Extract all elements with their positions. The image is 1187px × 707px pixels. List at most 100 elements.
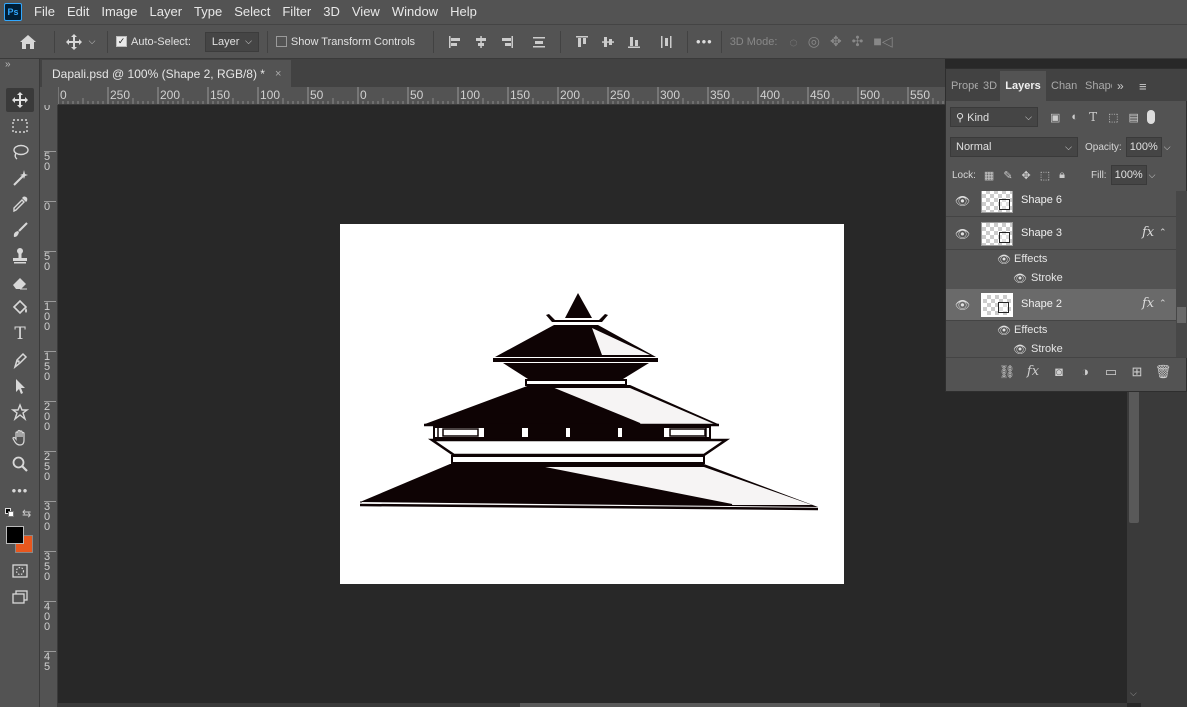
lock-all-icon[interactable]: 🔒︎ [1059, 169, 1065, 182]
visibility-eye-icon[interactable]: 👁︎ [997, 324, 1011, 337]
move-tool-preset-icon[interactable] [63, 33, 85, 51]
custom-shape-icon[interactable] [6, 400, 34, 424]
screen-mode-icon[interactable] [6, 585, 34, 609]
magic-wand-icon[interactable] [6, 166, 34, 190]
more-icon[interactable]: ••• [6, 478, 34, 502]
visibility-eye-icon[interactable]: 👁︎ [955, 298, 970, 312]
menu-image[interactable]: Image [95, 0, 143, 24]
home-icon[interactable] [10, 34, 46, 50]
lock-artboard-icon[interactable]: ⬚ [1040, 169, 1050, 182]
menu-help[interactable]: Help [444, 0, 483, 24]
tab-channels[interactable]: Chan [1046, 71, 1080, 101]
foreground-color-swatch[interactable] [6, 526, 24, 544]
document-canvas[interactable] [340, 224, 844, 584]
slide-3d-icon[interactable]: ✣ [852, 33, 864, 50]
layer-row-shape-2[interactable]: 👁︎ Shape 2 fx ⌃ [946, 289, 1176, 321]
link-layers-icon[interactable]: ⛓ [994, 364, 1020, 380]
new-group-icon[interactable]: ▭ [1098, 364, 1124, 380]
tab-properties[interactable]: Prope [946, 71, 978, 101]
more-options-button[interactable]: ••• [696, 34, 713, 49]
lock-position-icon[interactable]: ✥ [1022, 169, 1031, 182]
menu-layer[interactable]: Layer [144, 0, 189, 24]
menu-select[interactable]: Select [228, 0, 276, 24]
brush-icon[interactable] [6, 218, 34, 242]
delete-layer-icon[interactable]: 🗑︎ [1150, 364, 1176, 380]
align-center-icon[interactable] [474, 35, 488, 49]
pan-3d-icon[interactable]: ✥ [830, 33, 842, 50]
fill-field[interactable]: 100% [1110, 165, 1147, 185]
menu-filter[interactable]: Filter [276, 0, 317, 24]
effects-row[interactable]: 👁︎ Effects [946, 250, 1176, 269]
blend-mode-dropdown[interactable]: Normal ⌵ [950, 137, 1078, 157]
default-colors-icon[interactable] [5, 508, 15, 518]
collapse-effects-icon[interactable]: ⌃ [1159, 298, 1167, 309]
align-left-icon[interactable] [448, 35, 462, 49]
path-select-icon[interactable] [6, 374, 34, 398]
layer-list-scrollbar-thumb[interactable] [1177, 307, 1186, 323]
photoshop-logo[interactable]: Ps [4, 3, 22, 21]
filter-smart-object-icon[interactable]: ▤ [1128, 111, 1138, 124]
visibility-eye-icon[interactable]: 👁︎ [1013, 343, 1027, 356]
collapse-toolbar-icon[interactable]: » [5, 59, 11, 70]
opacity-field[interactable]: 100% [1125, 137, 1162, 157]
quick-mask-icon[interactable] [6, 559, 34, 583]
menu-window[interactable]: Window [386, 0, 444, 24]
stroke-effect-row[interactable]: 👁︎ Stroke [946, 340, 1176, 357]
layer-name[interactable]: Shape 6 [1021, 194, 1062, 206]
layer-effects-icon[interactable]: fx [1142, 225, 1154, 240]
show-transform-controls-checkbox[interactable] [275, 36, 287, 47]
align-middle-icon[interactable] [601, 35, 615, 49]
new-adjustment-layer-icon[interactable]: ◑ [1072, 364, 1098, 379]
visibility-eye-icon[interactable]: 👁︎ [955, 227, 970, 241]
menu-view[interactable]: View [346, 0, 386, 24]
menu-edit[interactable]: Edit [61, 0, 95, 24]
vertical-scrollbar-thumb[interactable] [1129, 387, 1139, 523]
filter-adjustment-icon[interactable]: ◐ [1071, 111, 1078, 123]
tab-3d[interactable]: 3D [978, 71, 1000, 101]
horizontal-ruler[interactable]: 0 250 200 150 100 50 0 50 100 150 200 250 300 350 400 4… [58, 87, 945, 105]
lasso-icon[interactable] [6, 140, 34, 164]
auto-select-checkbox[interactable]: ✓ [116, 36, 127, 47]
distribute-icon[interactable] [532, 35, 546, 49]
hand-icon[interactable] [6, 426, 34, 450]
vertical-ruler[interactable]: 0 5 0 0 5 0 1 0 0 1 5 0 2 0 0 2 5 0 3 0 0 3 5 0 4 … [40, 105, 58, 707]
scroll-down-icon[interactable]: ⌵ [1130, 688, 1137, 699]
roll-3d-icon[interactable]: ◎ [808, 33, 820, 50]
eraser-icon[interactable] [6, 270, 34, 294]
move-icon[interactable] [6, 88, 34, 112]
filter-kind-dropdown[interactable]: ⚲ Kind ⌵ [950, 107, 1038, 127]
chevron-down-icon[interactable]: ⌵ [85, 36, 99, 47]
close-icon[interactable]: × [275, 68, 281, 80]
align-right-icon[interactable] [500, 35, 514, 49]
add-layer-style-icon[interactable]: fx [1020, 364, 1046, 379]
type-icon[interactable]: T [6, 322, 34, 346]
add-mask-icon[interactable]: ◙ [1046, 364, 1072, 379]
chevron-down-icon[interactable]: ⌵ [1164, 142, 1171, 153]
layer-row-shape-3[interactable]: 👁︎ Shape 3 fx ⌃ [946, 218, 1176, 250]
new-layer-icon[interactable]: ⊞ [1124, 364, 1150, 380]
layer-effects-icon[interactable]: fx [1142, 296, 1154, 311]
collapse-effects-icon[interactable]: ⌃ [1159, 227, 1167, 238]
align-top-icon[interactable] [575, 35, 589, 49]
lock-image-icon[interactable]: ✎ [1003, 169, 1012, 182]
filter-pixel-icon[interactable]: ▣ [1050, 111, 1060, 124]
layer-name[interactable]: Shape 3 [1021, 227, 1062, 239]
more-tabs-icon[interactable]: » [1112, 71, 1134, 101]
menu-3d[interactable]: 3D [317, 0, 346, 24]
lock-transparent-icon[interactable]: ▦ [984, 169, 994, 182]
panel-menu-icon[interactable]: ≡ [1134, 71, 1152, 101]
visibility-eye-icon[interactable]: 👁︎ [955, 194, 970, 208]
effects-row[interactable]: 👁︎ Effects [946, 321, 1176, 340]
layer-list[interactable]: 👁︎ Shape 6 👁︎ Shape 3 fx ⌃ 👁︎ Effects 👁︎… [946, 191, 1176, 357]
stamp-icon[interactable] [6, 244, 34, 268]
tab-layers[interactable]: Layers [1000, 71, 1046, 101]
distribute-horizontal-icon[interactable] [659, 35, 673, 49]
zoom-icon[interactable] [6, 452, 34, 476]
eyedropper-icon[interactable] [6, 192, 34, 216]
horizontal-scrollbar[interactable] [58, 703, 1127, 707]
filter-shape-icon[interactable]: ⬚ [1108, 111, 1118, 124]
tab-shapes[interactable]: Shape [1080, 71, 1112, 101]
pen-icon[interactable] [6, 348, 34, 372]
layer-list-scrollbar[interactable] [1176, 191, 1187, 357]
ruler-origin[interactable] [40, 87, 58, 105]
